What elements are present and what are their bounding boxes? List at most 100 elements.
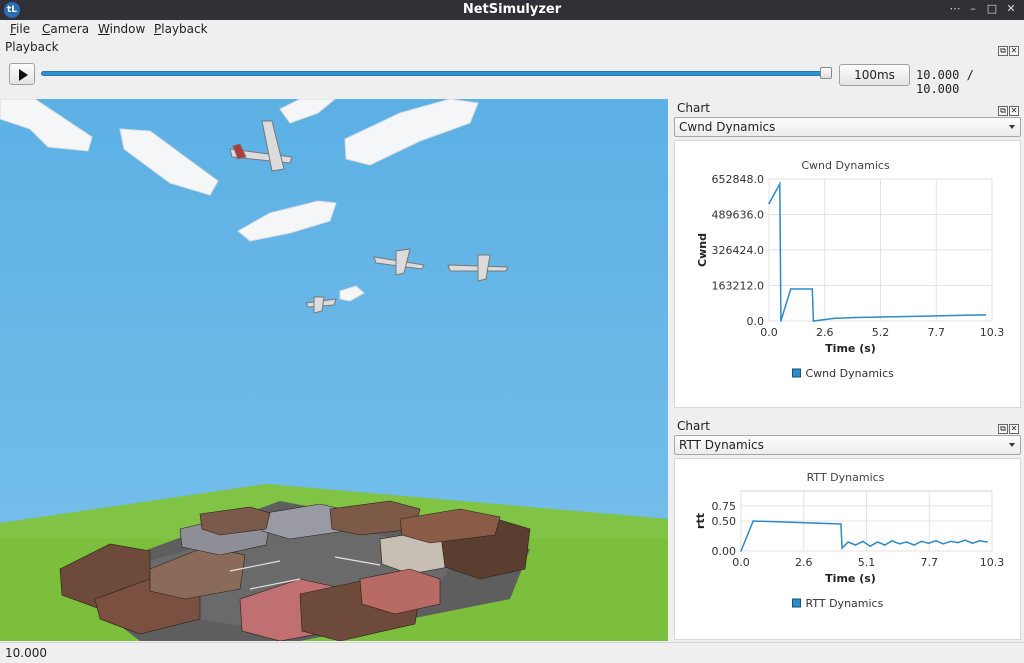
y-tick-label: 0.50 (712, 515, 737, 528)
data-point (854, 316, 857, 319)
menu-bar: File Camera Window Playback (0, 20, 1024, 39)
data-point (964, 539, 966, 541)
float-dock-icon[interactable]: ⧉ (998, 46, 1008, 56)
x-tick-label: 7.7 (921, 556, 939, 569)
playback-dock-title: Playback (5, 40, 59, 54)
data-point (898, 543, 901, 545)
close-dock-icon[interactable]: ✕ (1009, 46, 1019, 56)
chart-dock-controls: ⧉ ✕ (997, 102, 1021, 116)
data-point (979, 540, 981, 542)
minimize-icon[interactable]: – (966, 2, 980, 16)
playback-dock-controls: ⧉ ✕ (997, 42, 1021, 56)
window-title: NetSimulyzer (462, 2, 562, 17)
menu-window[interactable]: Window (98, 22, 145, 36)
data-point (812, 320, 815, 322)
chart-series-select[interactable]: RTT Dynamics (674, 435, 1021, 455)
x-tick-label: 7.7 (928, 326, 946, 339)
time-readout: 10.000 / 10.000 (916, 68, 974, 96)
close-dock-icon[interactable]: ✕ (1009, 424, 1019, 434)
chevron-down-icon (1009, 443, 1015, 447)
playback-speed-button[interactable]: 100ms (839, 64, 910, 86)
legend-label: Cwnd Dynamics (806, 367, 895, 380)
legend-label: RTT Dynamics (806, 597, 884, 610)
data-point (833, 317, 835, 320)
legend-swatch (792, 598, 801, 608)
data-point (898, 315, 900, 318)
data-point (740, 550, 742, 552)
data-point (919, 315, 922, 318)
chart-dock-title: Chart (677, 419, 710, 433)
y-axis-label: Cwnd (696, 233, 709, 267)
scene-3d-view[interactable] (0, 99, 668, 641)
chart-title: RTT Dynamics (807, 471, 885, 484)
data-point (942, 543, 945, 545)
rtt-chart-area: RTT Dynamics 0.0 2.6 5.1 7.7 10.3 0.00 0.50 0.75… (674, 458, 1021, 640)
x-axis-label: Time (s) (825, 342, 876, 355)
x-axis-label: Time (s) (825, 572, 876, 585)
data-point (768, 202, 770, 205)
chart-series-select[interactable]: Cwnd Dynamics (674, 117, 1021, 137)
window-options-icon[interactable]: ⋯ (948, 2, 962, 16)
y-tick-label: 326424.0 (712, 244, 765, 257)
y-tick-label: 652848.0 (712, 173, 765, 186)
y-tick-label: 0.75 (712, 500, 737, 513)
series-line (740, 520, 988, 552)
y-axis-label: rtt (694, 513, 707, 529)
close-dock-icon[interactable]: ✕ (1009, 106, 1019, 116)
legend-swatch (792, 368, 801, 378)
close-icon[interactable]: ✕ (1004, 2, 1018, 16)
data-point (841, 547, 843, 549)
chart-title: Cwnd Dynamics (801, 159, 890, 172)
data-point (876, 541, 879, 543)
chart-series-select-value: Cwnd Dynamics (679, 120, 776, 134)
maximize-icon[interactable]: □ (985, 2, 999, 16)
play-button[interactable] (9, 63, 35, 85)
y-tick-label: 489636.0 (712, 209, 765, 222)
x-tick-label: 2.6 (816, 326, 834, 339)
data-point (891, 540, 893, 542)
menu-file[interactable]: File (10, 22, 30, 36)
y-tick-label: 0.0 (747, 315, 765, 328)
data-point (971, 542, 974, 544)
data-point (789, 288, 792, 290)
data-point (927, 542, 930, 544)
data-point (752, 520, 754, 522)
y-tick-label: 0.00 (712, 545, 737, 558)
x-tick-label: 10.3 (980, 326, 1005, 339)
x-tick-label: 2.6 (795, 556, 813, 569)
data-point (840, 523, 842, 525)
data-point (854, 544, 857, 546)
menu-camera[interactable]: Camera (42, 22, 89, 36)
chevron-down-icon (1009, 125, 1015, 129)
x-tick-label: 5.1 (858, 556, 876, 569)
float-dock-icon[interactable]: ⧉ (998, 106, 1008, 116)
y-tick-label: 163212.0 (712, 280, 765, 293)
cwnd-chart-area: Cwnd Dynamics 0.0 2.6 5.2 7.7 10.3 0.0 163212.0… (674, 140, 1021, 408)
data-point (957, 541, 959, 544)
data-point (963, 314, 965, 317)
data-point (941, 314, 944, 317)
timeline-slider-handle[interactable] (820, 67, 832, 79)
data-point (905, 541, 908, 543)
data-point (876, 316, 879, 318)
play-icon (19, 69, 28, 81)
data-point (869, 545, 871, 547)
data-point (984, 314, 987, 316)
x-tick-label: 10.3 (980, 556, 1005, 569)
cwnd-chart: Cwnd Dynamics0.0 2.6 5.2 7.7 10.30.0163212.0… (696, 159, 1005, 380)
data-point (935, 540, 937, 542)
data-point (986, 541, 988, 543)
timeline-slider[interactable] (41, 71, 829, 76)
menu-playback[interactable]: Playback (154, 22, 208, 36)
data-point (811, 288, 814, 290)
float-dock-icon[interactable]: ⧉ (998, 424, 1008, 434)
series-line (768, 181, 986, 322)
status-bar: 10.000 (0, 642, 1024, 663)
data-point (779, 183, 781, 185)
data-point (847, 541, 850, 543)
x-tick-label: 5.2 (872, 326, 890, 339)
title-bar: tL NetSimulyzer ⋯ – □ ✕ (0, 0, 1024, 20)
data-point (949, 540, 952, 543)
chart-dock-controls: ⧉ ✕ (997, 420, 1021, 434)
data-point (862, 540, 864, 543)
